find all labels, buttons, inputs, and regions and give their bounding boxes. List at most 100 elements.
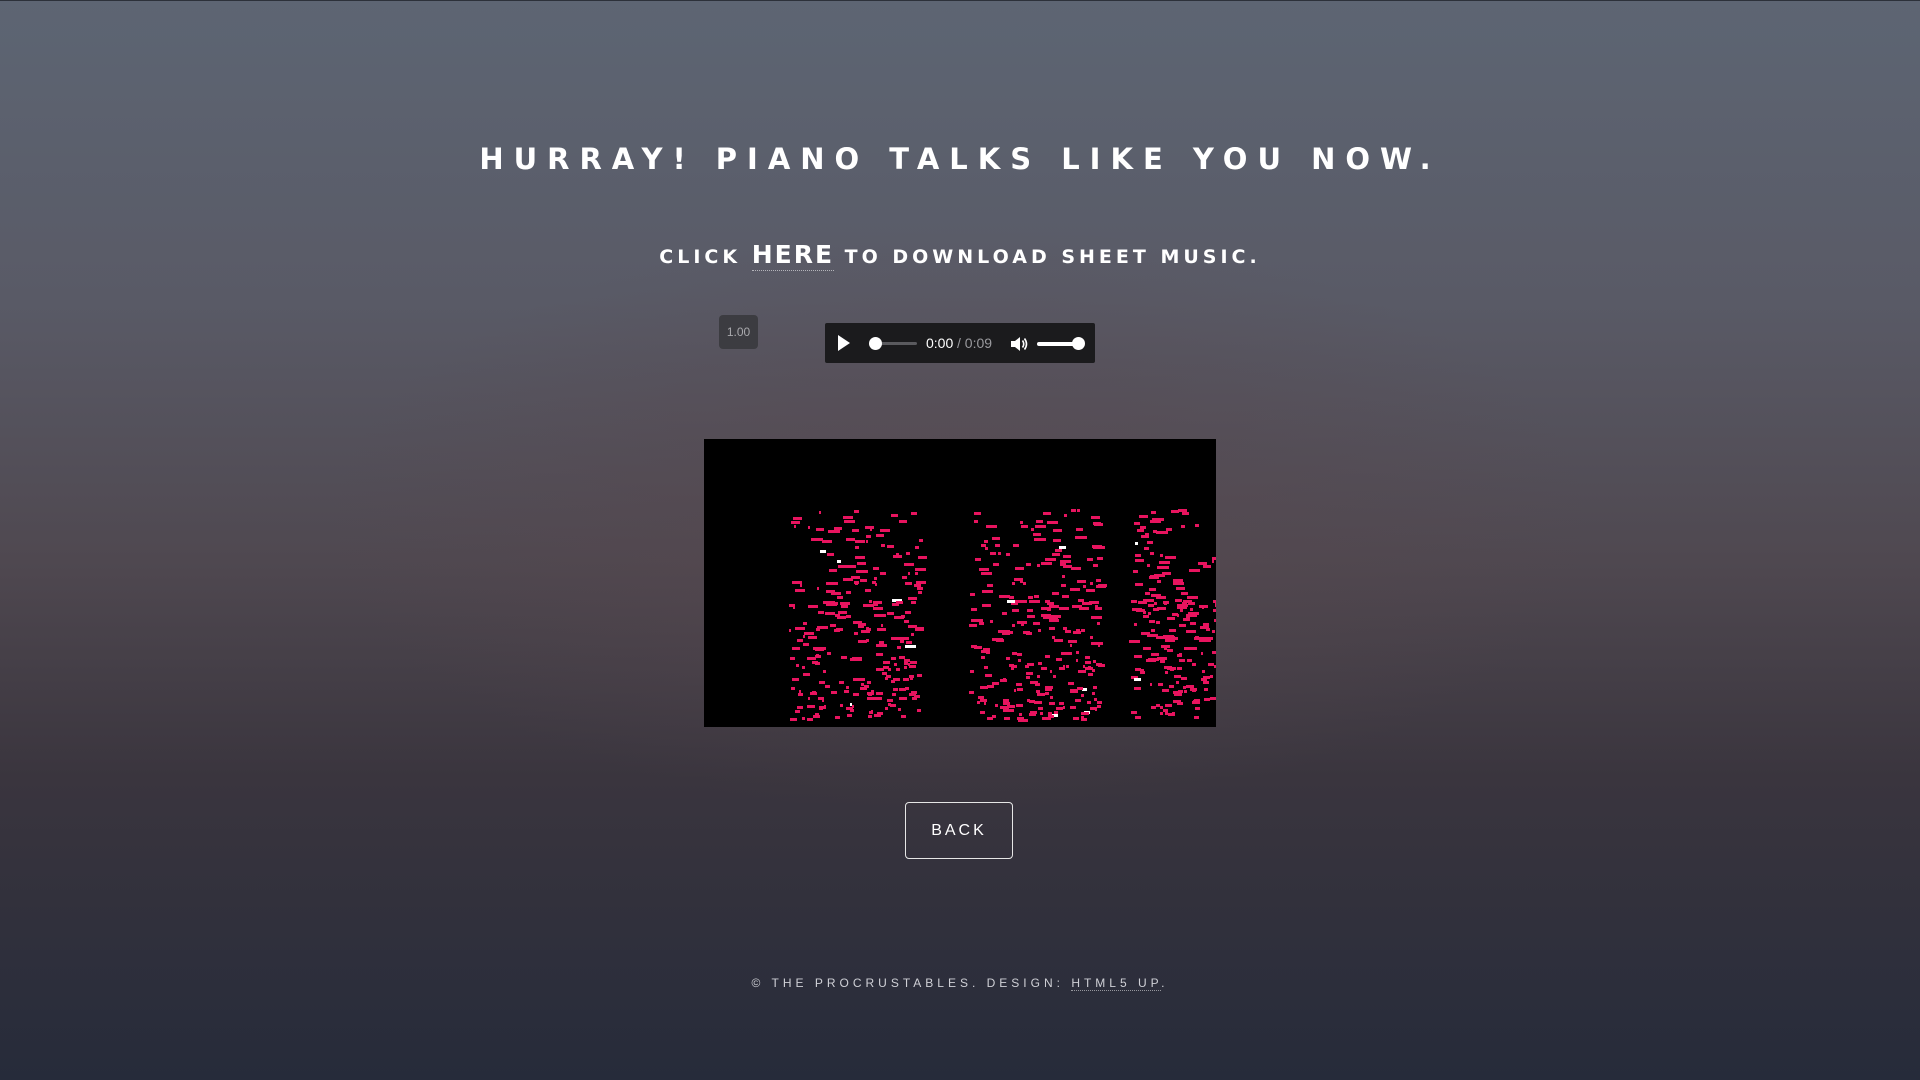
note-mark bbox=[1045, 558, 1056, 561]
note-mark bbox=[970, 593, 975, 596]
seek-handle[interactable] bbox=[869, 337, 882, 350]
note-mark bbox=[792, 678, 799, 681]
note-mark bbox=[992, 682, 999, 685]
note-mark bbox=[1129, 640, 1140, 643]
note-mark bbox=[1081, 629, 1085, 632]
note-mark bbox=[1090, 636, 1093, 639]
note-mark bbox=[1183, 618, 1190, 621]
note-mark bbox=[896, 601, 903, 604]
note-mark bbox=[1148, 604, 1154, 607]
note-mark bbox=[1054, 711, 1058, 714]
note-mark bbox=[899, 688, 906, 691]
note-mark bbox=[816, 528, 824, 531]
note-mark bbox=[835, 716, 837, 719]
note-mark bbox=[887, 545, 894, 548]
note-mark bbox=[874, 714, 881, 717]
note-mark bbox=[1214, 619, 1216, 622]
note-mark bbox=[841, 605, 848, 608]
note-mark bbox=[1151, 629, 1155, 632]
note-mark bbox=[1160, 660, 1165, 663]
note-mark bbox=[1173, 691, 1180, 694]
note-mark bbox=[971, 608, 977, 611]
note-mark bbox=[918, 591, 922, 594]
note-mark bbox=[800, 584, 802, 587]
note-mark bbox=[1062, 575, 1065, 578]
note-mark bbox=[1028, 596, 1033, 599]
footer-html5up-link[interactable]: HTML5 UP bbox=[1071, 976, 1162, 991]
note-mark bbox=[826, 582, 838, 585]
note-mark bbox=[1033, 622, 1040, 625]
note-mark bbox=[1070, 689, 1078, 692]
note-mark bbox=[1098, 584, 1107, 587]
note-mark bbox=[979, 622, 984, 625]
note-mark bbox=[1153, 608, 1159, 611]
note-mark bbox=[899, 520, 907, 523]
note-mark bbox=[1072, 605, 1082, 608]
volume-icon[interactable] bbox=[1009, 335, 1029, 353]
note-mark bbox=[1165, 671, 1168, 674]
note-mark bbox=[1050, 615, 1061, 618]
note-mark bbox=[1215, 604, 1216, 607]
piano-roll-canvas bbox=[789, 509, 1216, 722]
note-mark bbox=[1052, 592, 1059, 595]
note-mark bbox=[1033, 533, 1041, 536]
note-mark bbox=[1190, 688, 1197, 691]
note-mark bbox=[1172, 613, 1178, 616]
note-mark bbox=[854, 510, 859, 513]
note-mark bbox=[905, 687, 909, 690]
note-mark bbox=[1063, 665, 1065, 668]
note-mark bbox=[1157, 580, 1161, 583]
current-time: 0:00 bbox=[926, 335, 954, 351]
note-mark bbox=[808, 636, 817, 639]
note-mark bbox=[901, 715, 906, 718]
note-mark bbox=[914, 584, 921, 587]
note-mark bbox=[992, 715, 996, 718]
note-mark bbox=[1007, 705, 1015, 708]
note-mark bbox=[1026, 672, 1033, 675]
note-mark bbox=[1011, 709, 1014, 712]
note-mark bbox=[1094, 698, 1097, 701]
note-mark bbox=[790, 657, 795, 660]
note-mark bbox=[1083, 585, 1086, 588]
note-mark bbox=[790, 718, 797, 721]
note-mark bbox=[1035, 683, 1040, 686]
note-mark bbox=[910, 661, 917, 664]
note-mark bbox=[1048, 712, 1052, 715]
volume-handle[interactable] bbox=[1072, 337, 1085, 350]
note-mark bbox=[846, 707, 853, 710]
note-mark bbox=[1177, 667, 1182, 670]
download-suffix: TO DOWNLOAD SHEET MUSIC. bbox=[834, 246, 1261, 268]
note-mark bbox=[1055, 549, 1062, 552]
note-mark bbox=[974, 520, 978, 523]
note-mark bbox=[887, 612, 894, 615]
note-mark bbox=[1183, 600, 1192, 603]
play-icon[interactable] bbox=[838, 335, 850, 351]
download-link[interactable]: HERE bbox=[751, 240, 835, 271]
note-mark bbox=[1041, 562, 1052, 565]
note-mark bbox=[1060, 560, 1070, 563]
note-mark bbox=[844, 520, 855, 523]
note-mark bbox=[1073, 717, 1079, 720]
note-mark bbox=[1016, 704, 1023, 707]
playback-speed-badge[interactable]: 1.00 bbox=[719, 315, 758, 349]
note-mark bbox=[1025, 719, 1028, 722]
note-mark bbox=[1036, 690, 1040, 693]
note-mark bbox=[876, 644, 887, 647]
note-mark bbox=[1095, 607, 1102, 610]
note-mark bbox=[1210, 675, 1213, 678]
note-mark bbox=[1137, 529, 1144, 532]
note-mark bbox=[980, 711, 985, 714]
note-mark bbox=[853, 693, 859, 696]
note-mark bbox=[1131, 600, 1137, 603]
note-mark bbox=[827, 652, 831, 655]
note-mark bbox=[986, 525, 997, 528]
note-mark bbox=[1135, 522, 1138, 525]
note-mark bbox=[871, 690, 874, 693]
note-mark bbox=[822, 540, 832, 543]
note-mark bbox=[1045, 686, 1053, 689]
note-mark bbox=[904, 662, 908, 665]
note-mark bbox=[1063, 565, 1072, 568]
back-button[interactable]: BACK bbox=[905, 802, 1013, 859]
note-mark bbox=[1059, 702, 1064, 705]
note-mark bbox=[1026, 632, 1032, 635]
